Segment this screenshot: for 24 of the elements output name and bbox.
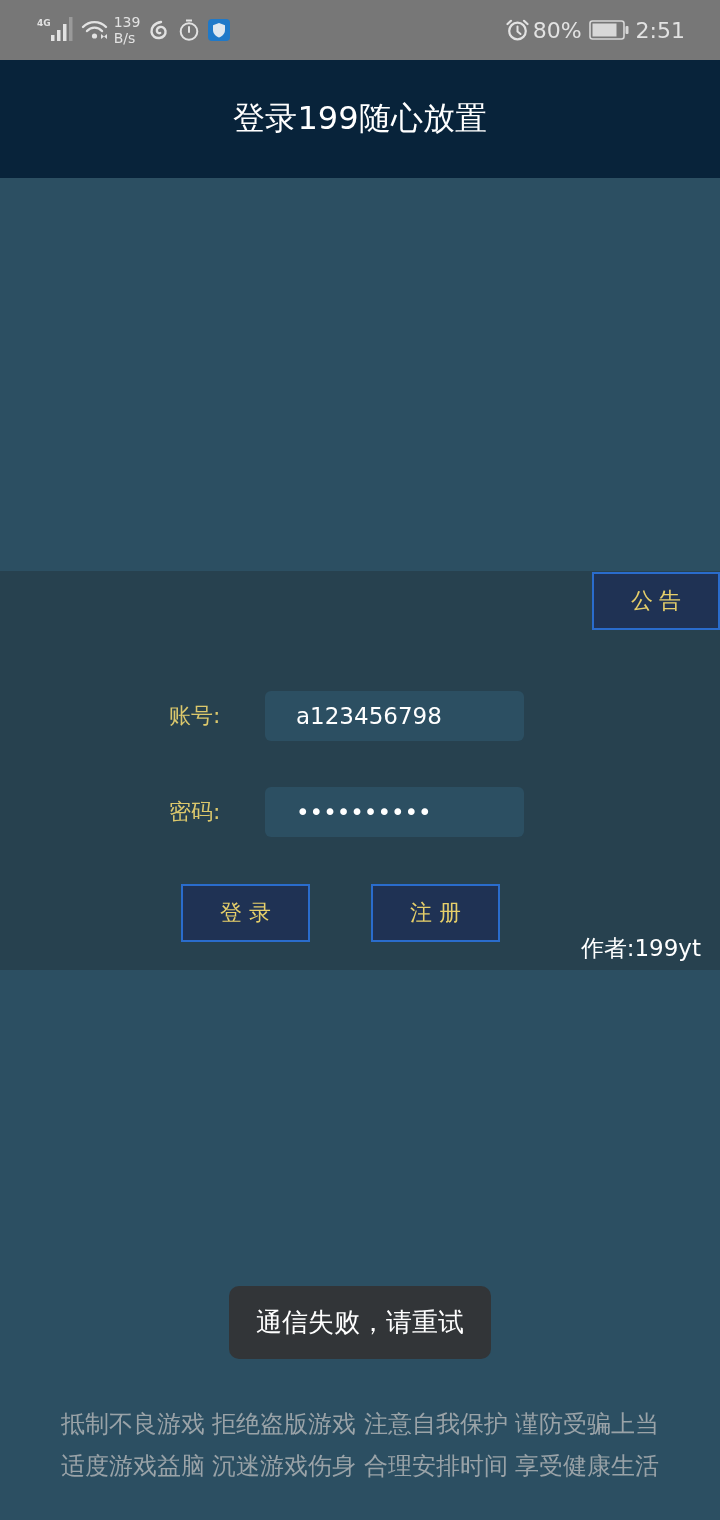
toast-message: 通信失败，请重试 bbox=[229, 1286, 491, 1359]
field-label: 账号: bbox=[169, 702, 222, 730]
network-type-label: 4G bbox=[37, 18, 51, 28]
stopwatch-icon bbox=[179, 19, 200, 41]
page-title: 登录199随心放置 bbox=[233, 98, 487, 139]
health-notice-line: 抵制不良游戏 拒绝盗版游戏 注意自我保护 谨防受骗上当 bbox=[60, 1409, 660, 1440]
author-credit: 作者:199yt bbox=[580, 934, 701, 962]
field-label: 密码: bbox=[169, 798, 222, 826]
clock-time: 2:51 bbox=[635, 17, 685, 43]
network-speed-value: 139 bbox=[113, 14, 141, 30]
wifi-icon bbox=[80, 20, 108, 40]
battery-percentage: 80% bbox=[532, 17, 582, 43]
battery-icon bbox=[588, 20, 629, 40]
login-button[interactable]: 登 录 bbox=[181, 884, 310, 942]
network-speed-unit: B/s bbox=[113, 30, 136, 46]
swirl-icon bbox=[149, 20, 170, 40]
register-button[interactable]: 注 册 bbox=[371, 884, 500, 942]
health-notice-line: 适度游戏益脑 沉迷游戏伤身 合理安排时间 享受健康生活 bbox=[60, 1451, 660, 1482]
signal-icon bbox=[50, 16, 73, 41]
shield-icon bbox=[208, 19, 231, 41]
input-field[interactable]: •••••••••• bbox=[265, 787, 524, 837]
alarm-clock-icon bbox=[505, 19, 529, 41]
input-field[interactable]: a123456798 bbox=[265, 691, 524, 741]
notice-button[interactable]: 公 告 bbox=[592, 572, 720, 630]
